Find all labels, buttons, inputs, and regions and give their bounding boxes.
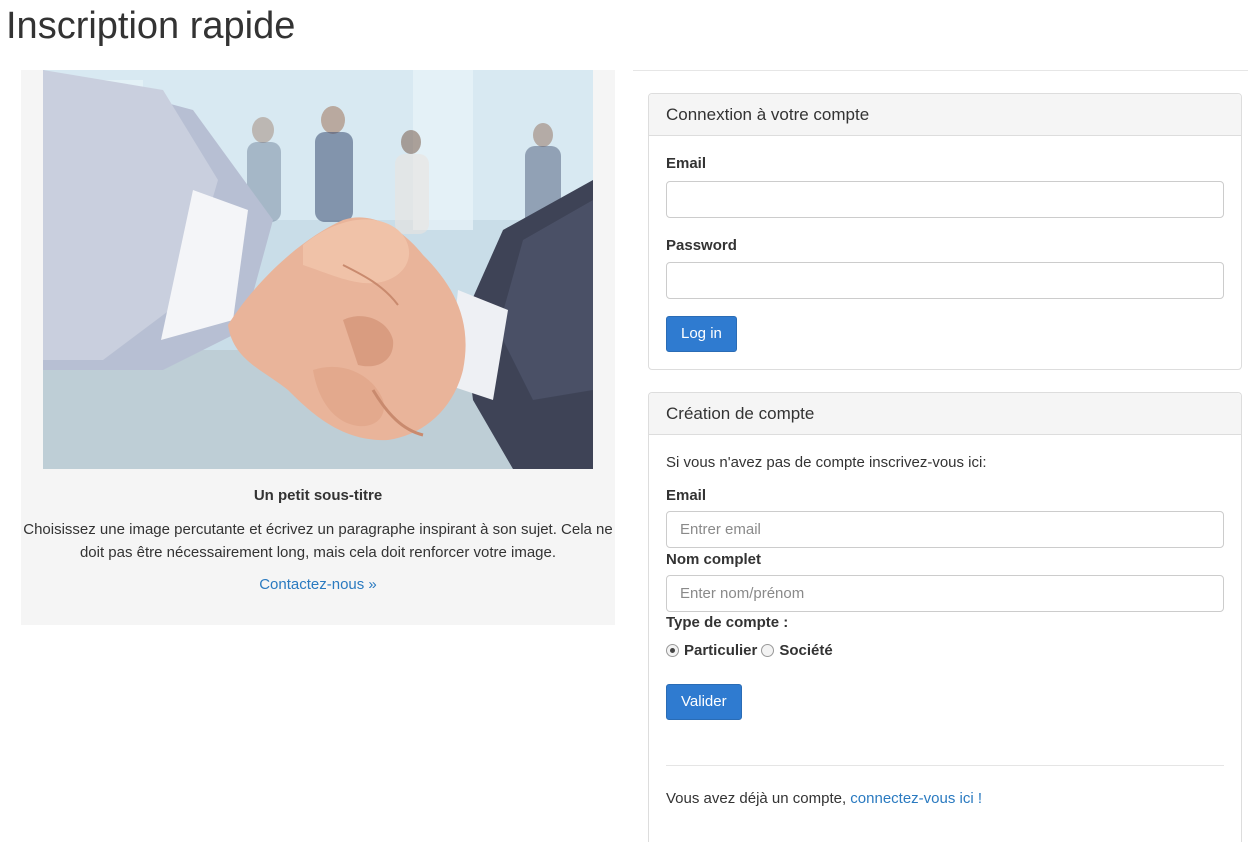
login-password-label: Password [666,237,737,254]
login-prompt: Vous avez déjà un compte, connectez-vous… [666,790,982,807]
radio-societe-label[interactable]: Société [779,642,832,659]
signup-email-label: Email [666,487,707,504]
login-password-input[interactable] [666,262,1224,299]
feature-paragraph: Choisissez une image percutante et écriv… [23,521,613,561]
radio-particulier-label[interactable]: Particulier [684,642,757,659]
login-button[interactable]: Log in [666,316,737,352]
login-prompt-text: Vous avez déjà un compte, [666,790,851,807]
signup-divider [666,765,1224,766]
contact-link[interactable]: Contactez-nous » [21,576,615,593]
signup-panel: Création de compte Si vous n'avez pas de… [648,392,1242,842]
radio-societe[interactable] [761,644,775,657]
signup-name-label: Nom complet [666,551,762,568]
radio-particulier[interactable] [666,644,679,657]
feature-subtitle: Un petit sous-titre [253,487,383,504]
login-panel: Connextion à votre compte Email Password… [648,93,1242,370]
account-type-label: Type de compte : [666,614,789,631]
handshake-image [43,70,593,469]
login-panel-heading: Connextion à votre compte [649,94,1241,136]
feature-panel: Un petit sous-titre Choisissez une image… [21,70,615,625]
signup-name-input[interactable] [666,575,1224,612]
page-title: Inscription rapide [6,5,296,47]
section-divider [633,70,1248,71]
login-here-link[interactable]: connectez-vous ici ! [850,790,982,807]
login-email-label: Email [666,155,707,172]
validate-button[interactable]: Valider [666,684,742,720]
login-email-input[interactable] [666,181,1224,218]
signup-panel-heading: Création de compte [649,393,1241,435]
signup-intro: Si vous n'avez pas de compte inscrivez-v… [666,454,987,471]
signup-email-input[interactable] [666,511,1224,548]
handshake-illustration [43,70,593,469]
account-type-group: Particulier Société [666,642,837,659]
